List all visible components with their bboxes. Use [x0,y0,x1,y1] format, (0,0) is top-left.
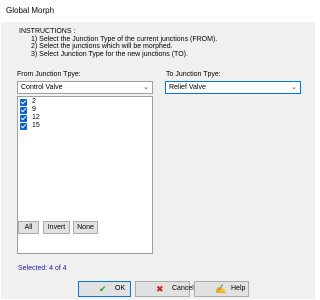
ok-check-icon: ✔ [99,284,107,294]
junction-label: 15 [32,122,40,129]
instructions-heading: INSTRUCTIONS : [19,28,76,35]
list-item[interactable]: 15 [18,122,152,130]
chevron-down-icon: ⌄ [143,84,149,91]
invert-selection-button[interactable]: Invert [43,221,70,234]
checkbox-checked-icon[interactable] [20,107,27,114]
instruction-step-2: 2) Select the junctions which will be mo… [31,43,173,51]
dialog-body: INSTRUCTIONS : 1) Select the Junction Ty… [1,22,315,299]
cancel-button-label: Cancel [172,285,194,292]
instruction-step-1: 1) Select the Junction Type of the curre… [31,35,218,43]
ok-button-label: OK [115,285,126,292]
list-item[interactable]: 2 [18,98,152,106]
instructions: INSTRUCTIONS : 1) Select the Junction Ty… [19,28,217,58]
checkbox-checked-icon[interactable] [20,99,27,106]
list-item[interactable]: 12 [18,114,152,122]
cancel-button[interactable]: ✖ Cancel [135,281,194,297]
checkbox-checked-icon[interactable] [20,115,27,122]
from-junction-select[interactable]: Control Valve ⌄ [17,81,153,94]
footer: ✔ OK ✖ Cancel ✍ Help [1,278,315,299]
selection-status: Selected: 4 of 4 [18,265,67,272]
junction-label: 2 [32,98,36,105]
ok-button[interactable]: ✔ OK [78,281,131,297]
junction-label: 9 [32,106,36,113]
checkbox-checked-icon[interactable] [20,123,27,130]
help-button-label: Help [231,285,246,292]
junction-label: 12 [32,114,40,121]
window-title: Global Morph [6,6,55,15]
select-none-button[interactable]: None [73,221,98,234]
to-junction-select[interactable]: Relief Valve ⌄ [165,81,301,94]
from-junction-label: From Junction Tpye: [17,71,81,78]
list-item[interactable]: 9 [18,106,152,114]
cancel-x-icon: ✖ [156,284,164,294]
title-bar: Global Morph [0,0,316,22]
help-icon: ✍ [215,284,227,294]
to-junction-value: Relief Valve [169,84,206,91]
instruction-step-3: 3) Select Junction Type for the new junc… [31,50,188,58]
to-junction-label: To Junction Tpye: [166,71,221,78]
select-all-button[interactable]: All [18,221,39,234]
chevron-down-icon: ⌄ [291,84,297,91]
help-button[interactable]: ✍ Help [194,281,249,297]
from-junction-value: Control Valve [21,84,63,91]
